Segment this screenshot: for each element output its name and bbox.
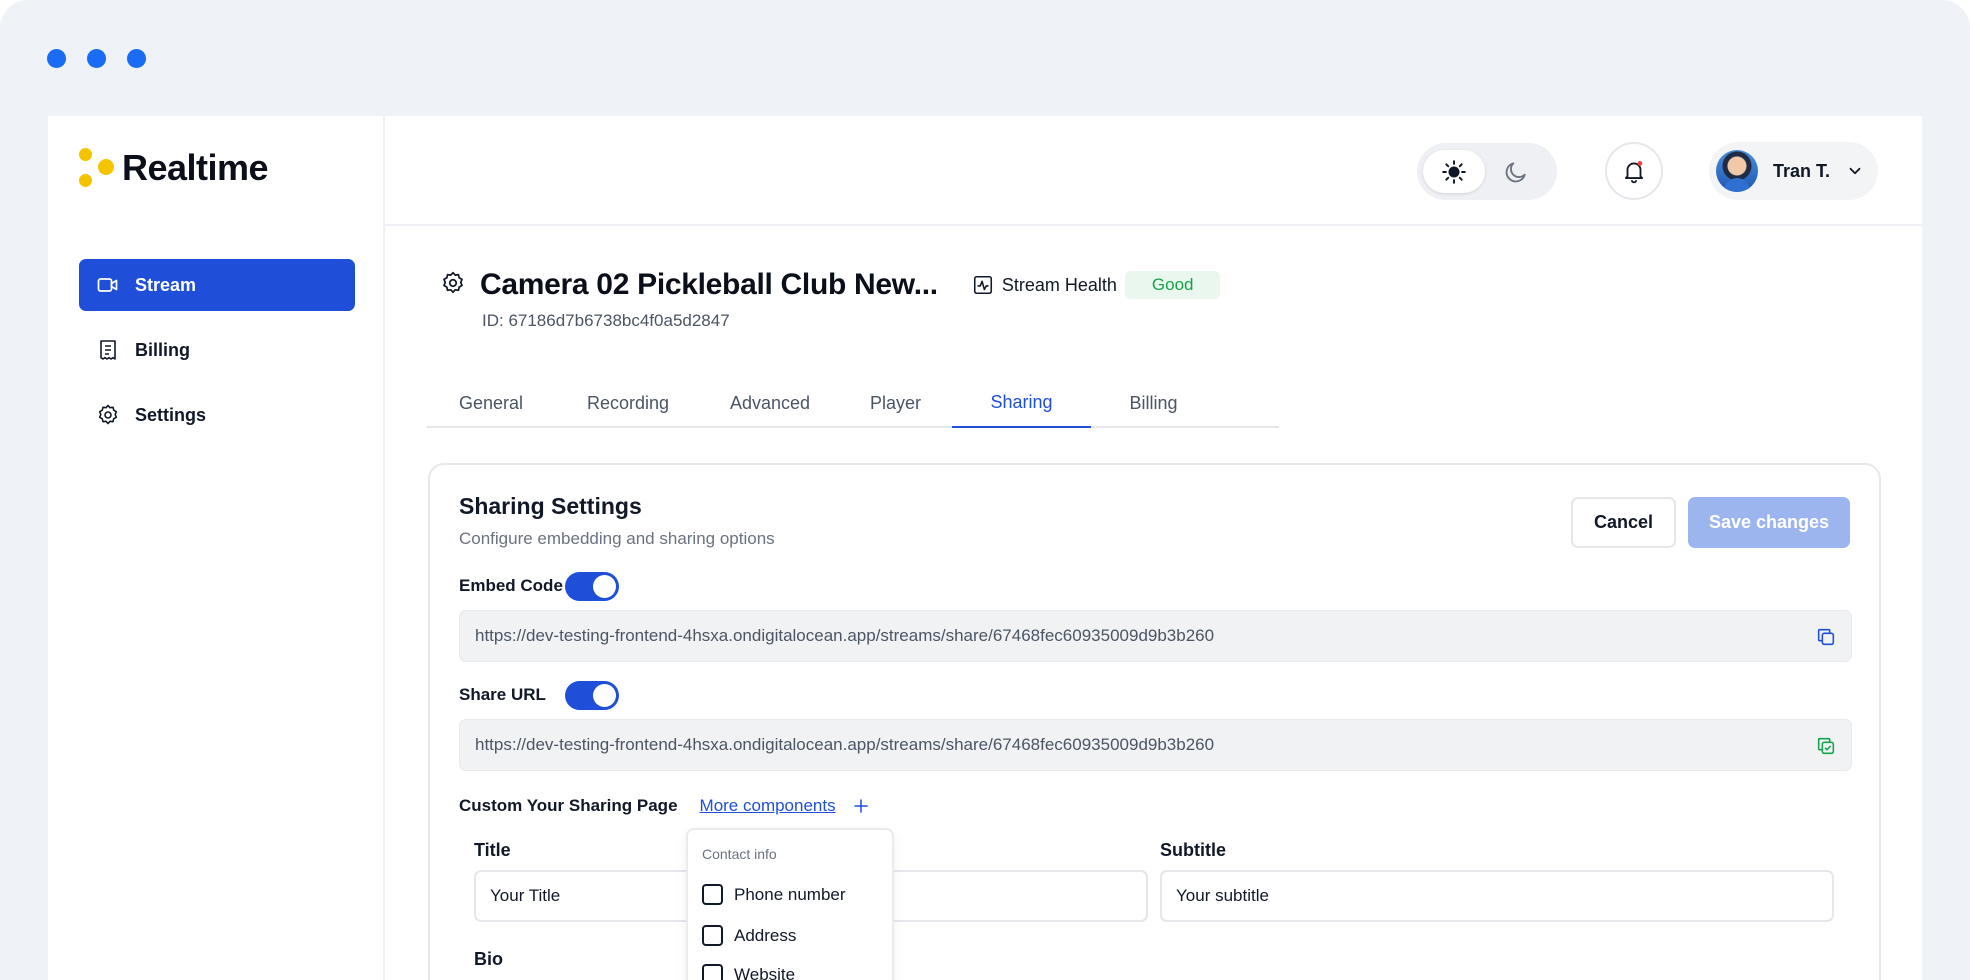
dropdown-option-label: Website bbox=[734, 964, 796, 980]
sidebar-item-label: Stream bbox=[135, 274, 197, 295]
dropdown-heading: Contact info bbox=[702, 846, 777, 862]
share-url-toggle[interactable] bbox=[565, 681, 619, 710]
user-menu[interactable]: Tran T. bbox=[1709, 142, 1878, 200]
chevron-down-icon bbox=[1849, 167, 1861, 175]
stream-health: Stream Health Good bbox=[972, 271, 1221, 299]
tab-billing[interactable]: Billing bbox=[1091, 378, 1216, 428]
window-dot-minimize[interactable] bbox=[87, 49, 106, 68]
checkbox[interactable] bbox=[702, 884, 723, 905]
bell-icon bbox=[1624, 161, 1644, 184]
save-changes-button[interactable]: Save changes bbox=[1688, 497, 1850, 548]
stream-settings-icon[interactable] bbox=[440, 270, 466, 301]
embed-code-field[interactable]: https://dev-testing-frontend-4hsxa.ondig… bbox=[459, 610, 1852, 662]
share-url-field[interactable]: https://dev-testing-frontend-4hsxa.ondig… bbox=[459, 719, 1852, 771]
bio-field-label: Bio bbox=[474, 949, 503, 969]
dropdown-option-website[interactable]: Website bbox=[702, 964, 795, 980]
dropdown-option-label: Phone number bbox=[734, 884, 846, 904]
sidebar-item-label: Billing bbox=[135, 339, 190, 360]
sidebar-nav: Stream Billing Settings bbox=[79, 259, 355, 454]
plus-icon[interactable] bbox=[852, 797, 870, 815]
custom-sharing-row: Custom Your Sharing Page More components bbox=[459, 796, 870, 816]
sidebar-item-stream[interactable]: Stream bbox=[79, 259, 355, 311]
top-header: Tran T. bbox=[385, 116, 1922, 226]
title-field-label: Title bbox=[474, 840, 511, 860]
dropdown-option-label: Address bbox=[734, 925, 797, 945]
tab-recording[interactable]: Recording bbox=[555, 378, 701, 428]
embed-code-toggle[interactable] bbox=[565, 572, 619, 601]
notifications-button[interactable] bbox=[1605, 142, 1663, 200]
app-frame: Realtime Stream Billing Settings Tran T.… bbox=[0, 0, 1970, 980]
custom-page-label: Custom Your Sharing Page bbox=[459, 796, 678, 815]
brand-logo[interactable]: Realtime bbox=[79, 146, 269, 190]
tab-advanced[interactable]: Advanced bbox=[701, 378, 839, 428]
brand-name: Realtime bbox=[122, 147, 269, 188]
window-dot-close[interactable] bbox=[47, 49, 66, 68]
checkbox[interactable] bbox=[702, 964, 723, 980]
sidebar-item-label: Settings bbox=[135, 404, 207, 425]
app-window: Realtime Stream Billing Settings Tran T.… bbox=[48, 116, 1922, 980]
window-controls bbox=[47, 49, 146, 68]
dark-mode-button[interactable] bbox=[1485, 150, 1547, 193]
subtitle-input-value: Your subtitle bbox=[1176, 886, 1269, 905]
checkbox[interactable] bbox=[702, 925, 723, 946]
stream-id: ID: 67186d7b6738bc4f0a5d2847 bbox=[482, 311, 730, 330]
embed-code-value: https://dev-testing-frontend-4hsxa.ondig… bbox=[475, 626, 1215, 645]
theme-toggle[interactable] bbox=[1417, 143, 1557, 200]
sharing-settings-card: Sharing Settings Configure embedding and… bbox=[428, 463, 1881, 980]
sidebar-item-billing[interactable]: Billing bbox=[79, 324, 355, 376]
activity-icon bbox=[973, 275, 992, 295]
subtitle-field-label: Subtitle bbox=[1160, 840, 1226, 860]
copy-check-icon[interactable] bbox=[1815, 735, 1837, 757]
share-url-value: https://dev-testing-frontend-4hsxa.ondig… bbox=[475, 735, 1215, 754]
page-title: Camera 02 Pickleball Club New... bbox=[480, 268, 938, 301]
gear-icon bbox=[95, 402, 121, 428]
more-components-link[interactable]: More components bbox=[700, 796, 836, 816]
tab-bar: General Recording Advanced Player Sharin… bbox=[427, 378, 1279, 428]
copy-icon[interactable] bbox=[1815, 626, 1837, 648]
logo-mark-icon bbox=[79, 146, 119, 190]
sidebar-item-settings[interactable]: Settings bbox=[79, 389, 355, 441]
more-components-dropdown: Contact info Phone number Address Websit… bbox=[686, 828, 894, 980]
section-subtitle: Configure embedding and sharing options bbox=[459, 529, 775, 548]
sun-icon bbox=[1442, 159, 1466, 184]
tab-player[interactable]: Player bbox=[839, 378, 952, 428]
status-badge: Good bbox=[1124, 271, 1221, 299]
cancel-button[interactable]: Cancel bbox=[1571, 497, 1676, 548]
tab-sharing[interactable]: Sharing bbox=[952, 378, 1091, 428]
subtitle-input[interactable]: Your subtitle bbox=[1160, 870, 1834, 922]
main-content: Camera 02 Pickleball Club New... Stream … bbox=[385, 226, 1922, 980]
avatar bbox=[1716, 150, 1758, 192]
dropdown-option-address[interactable]: Address bbox=[702, 925, 796, 946]
share-url-label: Share URL bbox=[459, 685, 546, 704]
light-mode-button[interactable] bbox=[1423, 150, 1485, 193]
embed-code-label: Embed Code bbox=[459, 576, 563, 595]
dropdown-option-phone[interactable]: Phone number bbox=[702, 884, 846, 905]
moon-icon bbox=[1505, 161, 1526, 182]
stream-health-label: Stream Health bbox=[1001, 274, 1117, 295]
video-camera-icon bbox=[95, 272, 121, 298]
user-name: Tran T. bbox=[1773, 160, 1831, 181]
section-title: Sharing Settings bbox=[459, 493, 642, 519]
window-dot-maximize[interactable] bbox=[127, 49, 146, 68]
stream-header: Camera 02 Pickleball Club New... Stream … bbox=[440, 268, 1221, 302]
tab-general[interactable]: General bbox=[427, 378, 555, 428]
receipt-icon bbox=[95, 337, 121, 363]
title-input-value: Your Title bbox=[490, 886, 561, 905]
sidebar: Realtime Stream Billing Settings bbox=[48, 116, 385, 980]
